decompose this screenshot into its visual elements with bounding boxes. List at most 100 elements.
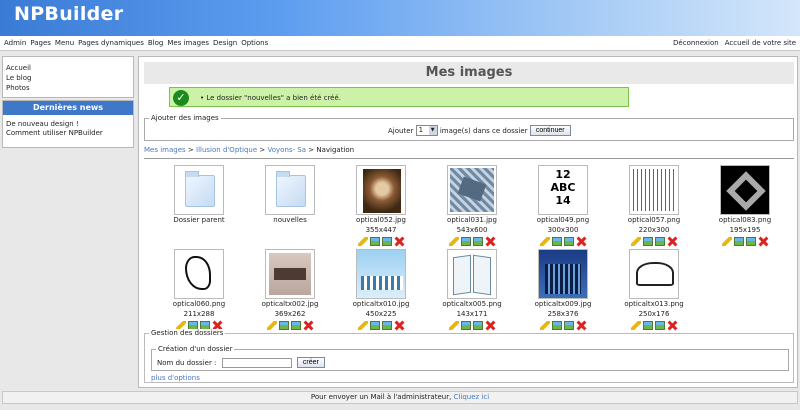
folder-item[interactable]: nouvelles <box>250 165 330 225</box>
edit-icon[interactable] <box>540 237 550 246</box>
image-icon[interactable] <box>552 237 562 246</box>
image-item[interactable]: optical031.jpg 543x600 <box>432 165 512 247</box>
create-folder-button[interactable]: créer <box>296 357 325 368</box>
delete-icon[interactable] <box>394 321 404 330</box>
menu-item[interactable]: Mes images <box>167 39 209 47</box>
image-thumbnail[interactable] <box>356 165 406 215</box>
image-icon[interactable] <box>643 237 653 246</box>
edit-icon[interactable] <box>631 321 641 330</box>
image-item[interactable]: opticaltx010.jpg 450x225 <box>341 249 421 331</box>
move-icon[interactable] <box>564 237 574 246</box>
image-item[interactable]: optical060.png 211x288 <box>159 249 239 331</box>
footer-contact-link[interactable]: Cliquez ici <box>454 393 490 401</box>
breadcrumb-link[interactable]: Illusion d'Optique <box>196 146 257 154</box>
image-thumbnail[interactable] <box>538 249 588 299</box>
sidebar-link[interactable]: Photos <box>6 83 130 93</box>
edit-icon[interactable] <box>267 321 277 330</box>
image-icon[interactable] <box>461 321 471 330</box>
image-thumbnail[interactable] <box>720 165 770 215</box>
menu-item[interactable]: Design <box>213 39 237 47</box>
image-item[interactable]: opticaltx013.png 250x176 <box>614 249 694 331</box>
delete-icon[interactable] <box>485 321 495 330</box>
menu-item[interactable]: Menu <box>55 39 74 47</box>
edit-icon[interactable] <box>631 237 641 246</box>
menu-item[interactable]: Accueil de votre site <box>725 39 796 47</box>
image-item[interactable]: opticaltx002.jpg 369x262 <box>250 249 330 331</box>
move-icon[interactable] <box>655 237 665 246</box>
delete-icon[interactable] <box>576 321 586 330</box>
delete-icon[interactable] <box>303 321 313 330</box>
image-thumbnail[interactable] <box>629 165 679 215</box>
image-item[interactable]: optical052.jpg 355x447 <box>341 165 421 247</box>
folder-thumbnail[interactable] <box>265 165 315 215</box>
move-icon[interactable] <box>473 321 483 330</box>
news-item[interactable]: Comment utiliser NPBuilder <box>6 129 130 138</box>
image-size: 543x600 <box>456 226 488 234</box>
image-thumbnail[interactable] <box>629 249 679 299</box>
delete-icon[interactable] <box>576 237 586 246</box>
menu-item[interactable]: Déconnexion <box>673 39 719 47</box>
move-icon[interactable] <box>746 237 756 246</box>
image-count-select[interactable]: 1 ▼ <box>415 125 438 136</box>
sidebar-link[interactable]: Le blog <box>6 73 130 83</box>
image-thumbnail[interactable] <box>265 249 315 299</box>
delete-icon[interactable] <box>485 237 495 246</box>
image-item[interactable]: optical057.png 220x300 <box>614 165 694 247</box>
page-title: Mes images <box>144 62 794 84</box>
image-thumbnail[interactable]: 12 ABC 14 <box>538 165 588 215</box>
image-item[interactable]: opticaltx005.png 143x171 <box>432 249 512 331</box>
menu-item[interactable]: Admin <box>4 39 26 47</box>
move-icon[interactable] <box>473 237 483 246</box>
image-thumbnail[interactable] <box>447 165 497 215</box>
menu-item[interactable]: Blog <box>148 39 163 47</box>
move-icon[interactable] <box>382 237 392 246</box>
image-thumbnail[interactable] <box>447 249 497 299</box>
image-icon[interactable] <box>279 321 289 330</box>
more-options-link[interactable]: plus d'options <box>151 374 200 382</box>
create-folder-fieldset: Création d'un dossier Nom du dossier : c… <box>151 345 789 371</box>
menu-item[interactable]: Pages <box>30 39 51 47</box>
news-item[interactable]: De nouveau design ! <box>6 120 130 129</box>
add-images-row: Ajouter 1 ▼ image(s) dans ce dossier con… <box>388 125 571 136</box>
delete-icon[interactable] <box>758 237 768 246</box>
folder-item[interactable]: Dossier parent <box>159 165 239 225</box>
edit-icon[interactable] <box>358 321 368 330</box>
edit-icon[interactable] <box>540 321 550 330</box>
move-icon[interactable] <box>291 321 301 330</box>
breadcrumb-link[interactable]: Mes images <box>144 146 186 154</box>
image-icon[interactable] <box>643 321 653 330</box>
move-icon[interactable] <box>564 321 574 330</box>
image-item[interactable]: optical083.png 195x195 <box>705 165 785 247</box>
image-icon[interactable] <box>370 237 380 246</box>
image-thumbnail[interactable] <box>356 249 406 299</box>
sidebar-link[interactable]: Accueil <box>6 63 130 73</box>
image-icon[interactable] <box>461 237 471 246</box>
image-item[interactable]: 12 ABC 14 optical049.png 300x300 <box>523 165 603 247</box>
add-label: Ajouter <box>388 126 414 135</box>
edit-icon[interactable] <box>449 321 459 330</box>
image-item[interactable]: opticaltx009.jpg 258x376 <box>523 249 603 331</box>
delete-icon[interactable] <box>667 237 677 246</box>
edit-icon[interactable] <box>358 237 368 246</box>
breadcrumb-item: > <box>308 146 315 154</box>
edit-icon[interactable] <box>722 237 732 246</box>
menu-item[interactable]: Options <box>241 39 268 47</box>
image-thumbnail[interactable] <box>174 249 224 299</box>
delete-icon[interactable] <box>394 237 404 246</box>
move-icon[interactable] <box>382 321 392 330</box>
folder-name-input[interactable] <box>221 357 292 368</box>
breadcrumb-item: > <box>187 146 194 154</box>
folder-name: nouvelles <box>273 216 307 224</box>
menu-item[interactable]: Pages dynamiques <box>78 39 144 47</box>
folder-thumbnail[interactable] <box>174 165 224 215</box>
breadcrumb-link[interactable]: Voyons- Sa <box>267 146 306 154</box>
app-logo[interactable]: NPBuilder <box>14 3 123 25</box>
folder-icon <box>276 171 306 207</box>
continue-button[interactable]: continuer <box>529 125 571 136</box>
image-icon[interactable] <box>734 237 744 246</box>
move-icon[interactable] <box>655 321 665 330</box>
edit-icon[interactable] <box>449 237 459 246</box>
delete-icon[interactable] <box>667 321 677 330</box>
image-icon[interactable] <box>552 321 562 330</box>
image-icon[interactable] <box>370 321 380 330</box>
